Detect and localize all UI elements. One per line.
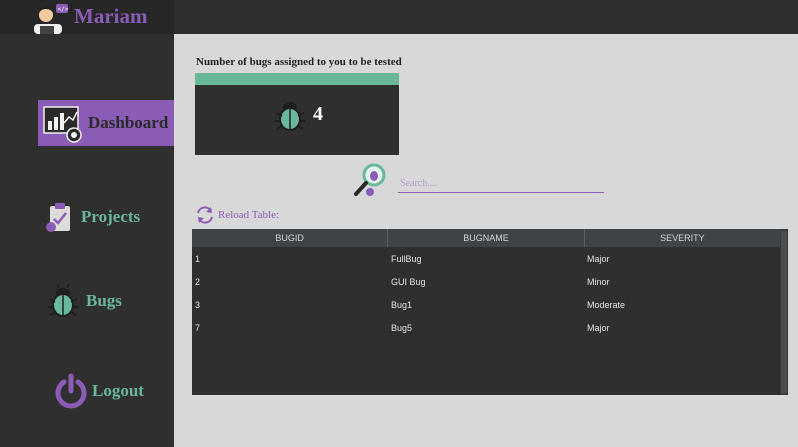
table-row[interactable]: 2 GUI Bug Minor (192, 270, 780, 293)
table-row[interactable]: 1 FullBug Major (192, 247, 780, 270)
table-cell: 2 (195, 276, 201, 287)
table-cell: GUI Bug (391, 276, 426, 287)
user-header: </> Mariam (0, 0, 174, 34)
table-cell: Major (587, 322, 610, 333)
card-stripe (195, 73, 399, 85)
sidebar-item-dashboard[interactable]: Dashboard (38, 100, 174, 146)
bugs-table: BUGID BUGNAME SEVERITY 1 FullBug Major 2… (192, 229, 788, 395)
table-cell: Bug1 (391, 299, 413, 310)
sidebar-item-label: Projects (81, 207, 141, 226)
column-header-bugname[interactable]: BUGNAME (388, 229, 585, 247)
column-header-bugid[interactable]: BUGID (192, 229, 389, 247)
sidebar-item-bugs[interactable]: Bugs (46, 282, 156, 320)
table-cell: Bug5 (391, 322, 413, 333)
sidebar-item-label: Logout (92, 381, 144, 400)
table-cell: 3 (195, 299, 201, 310)
username: Mariam (74, 4, 148, 28)
column-header-severity[interactable]: SEVERITY (585, 229, 780, 247)
bug-count-card: 4 (195, 73, 399, 155)
search-icon[interactable] (352, 162, 390, 198)
dashboard-icon (43, 106, 82, 143)
table-cell: 1 (195, 253, 201, 264)
sidebar-item-logout[interactable]: Logout (54, 372, 164, 410)
table-scrollbar[interactable] (780, 229, 788, 395)
table-body: 1 FullBug Major 2 GUI Bug Minor 3 Bug1 M… (192, 247, 780, 339)
svg-text:</>: </> (58, 6, 69, 13)
clipboard-icon (46, 203, 70, 232)
scrollbar-thumb[interactable] (781, 231, 787, 393)
bug-icon (48, 283, 78, 317)
bug-count-value: 4 (313, 103, 323, 125)
avatar-icon: </> (34, 4, 69, 34)
table-cell: Minor (587, 276, 610, 287)
table-cell: 7 (195, 322, 201, 333)
table-cell: Major (587, 253, 610, 264)
sidebar-item-label: Bugs (86, 291, 122, 310)
bug-icon (275, 102, 305, 131)
reload-table-label: Reload Table: (218, 209, 280, 221)
search-input[interactable] (398, 174, 604, 193)
table-row[interactable]: 3 Bug1 Moderate (192, 293, 780, 316)
table-row[interactable]: 7 Bug5 Major (192, 316, 780, 339)
table-cell: FullBug (391, 253, 422, 264)
sidebar-item-label: Dashboard (88, 113, 169, 132)
power-icon (55, 373, 87, 409)
table-cell: Moderate (587, 299, 626, 310)
reload-table-button[interactable]: Reload Table: (195, 205, 279, 225)
refresh-icon (197, 206, 213, 224)
sidebar-item-projects[interactable]: Projects (44, 200, 164, 234)
table-header: BUGID BUGNAME SEVERITY (192, 229, 780, 247)
bug-count-title: Number of bugs assigned to you to be tes… (196, 56, 402, 68)
